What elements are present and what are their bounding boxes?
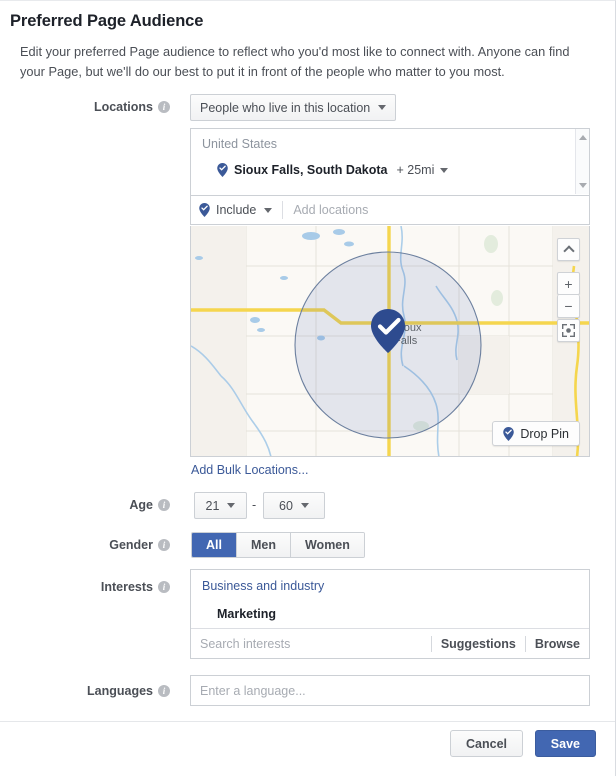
include-chevron-down-icon[interactable] xyxy=(264,207,273,213)
add-locations-input[interactable]: Add locations xyxy=(293,203,368,217)
drop-pin-button[interactable]: Drop Pin xyxy=(492,421,580,446)
divider xyxy=(282,201,284,219)
include-pin-icon xyxy=(199,203,210,217)
preferred-page-audience-dialog: Preferred Page Audience Edit your prefer… xyxy=(0,0,616,776)
add-bulk-locations-link[interactable]: Add Bulk Locations... xyxy=(191,463,308,477)
age-label: Age i xyxy=(60,498,170,512)
location-map[interactable]: Sioux Falls + − Drop Pin xyxy=(190,226,590,457)
location-country-header: United States xyxy=(202,137,278,151)
cancel-button[interactable]: Cancel xyxy=(450,730,523,757)
interests-search-input[interactable]: Search interests xyxy=(200,637,422,651)
map-pin-icon xyxy=(217,163,228,177)
selected-location-row[interactable]: Sioux Falls, South Dakota + 25mi xyxy=(217,163,449,177)
gender-option-all[interactable]: All xyxy=(192,533,237,557)
map-zoom-in-button[interactable]: + xyxy=(557,272,580,295)
chevron-down-icon xyxy=(227,503,236,508)
footer-divider xyxy=(0,721,615,722)
interests-browse-button[interactable]: Browse xyxy=(535,637,580,651)
drop-pin-icon xyxy=(503,426,515,441)
age-max-dropdown[interactable]: 60 xyxy=(263,492,325,519)
divider xyxy=(430,635,432,652)
gender-option-women[interactable]: Women xyxy=(290,533,364,557)
languages-label: Languages i xyxy=(45,684,170,698)
location-radius-value: + 25mi xyxy=(396,163,435,177)
locations-label: Locations i xyxy=(60,100,170,114)
interest-category[interactable]: Business and industry xyxy=(202,579,324,593)
add-location-row: Include Add locations xyxy=(190,195,590,225)
drop-pin-label: Drop Pin xyxy=(520,426,569,441)
selected-location-name: Sioux Falls, South Dakota xyxy=(234,163,388,177)
location-type-value: People who live in this location xyxy=(200,100,371,115)
info-icon[interactable]: i xyxy=(158,499,170,511)
location-type-dropdown[interactable]: People who live in this location xyxy=(190,94,397,121)
chevron-up-icon xyxy=(562,245,575,257)
radius-chevron-down-icon[interactable] xyxy=(440,167,449,173)
languages-input[interactable]: Enter a language... xyxy=(200,684,306,698)
chevron-down-icon xyxy=(378,105,387,110)
page-description: Edit your preferred Page audience to ref… xyxy=(20,44,570,79)
interests-search-row: Search interests Suggestions Browse xyxy=(191,628,589,658)
age-min-dropdown[interactable]: 21 xyxy=(194,492,247,519)
scroll-down-icon[interactable] xyxy=(579,183,587,188)
map-fullscreen-button[interactable] xyxy=(557,319,580,342)
locations-scrollbar[interactable] xyxy=(575,129,589,194)
languages-input-box[interactable]: Enter a language... xyxy=(190,675,590,706)
scroll-up-icon[interactable] xyxy=(579,135,587,140)
gender-toggle-group: All Men Women xyxy=(191,532,365,558)
info-icon[interactable]: i xyxy=(158,581,170,593)
save-button[interactable]: Save xyxy=(534,730,596,757)
include-dropdown-label[interactable]: Include xyxy=(216,203,256,217)
age-range-separator: - xyxy=(252,498,257,512)
info-icon[interactable]: i xyxy=(158,685,170,697)
gender-option-men[interactable]: Men xyxy=(236,533,291,557)
interest-item[interactable]: Marketing xyxy=(217,607,276,621)
info-icon[interactable]: i xyxy=(158,101,170,113)
fullscreen-icon xyxy=(562,324,575,337)
map-zoom-out-button[interactable]: − xyxy=(557,295,580,318)
divider xyxy=(524,635,526,652)
chevron-down-icon xyxy=(300,503,309,508)
selected-locations-box: United States Sioux Falls, South Dakota … xyxy=(190,128,590,195)
page-title: Preferred Page Audience xyxy=(10,12,204,30)
interests-box: Business and industry Marketing Search i… xyxy=(190,569,590,659)
map-collapse-button[interactable] xyxy=(557,238,580,261)
age-max-value: 60 xyxy=(279,498,293,513)
info-icon[interactable]: i xyxy=(158,539,170,551)
age-min-value: 21 xyxy=(205,498,220,513)
interests-suggestions-button[interactable]: Suggestions xyxy=(441,637,516,651)
gender-label: Gender i xyxy=(50,538,170,552)
interests-label: Interests i xyxy=(50,580,170,594)
